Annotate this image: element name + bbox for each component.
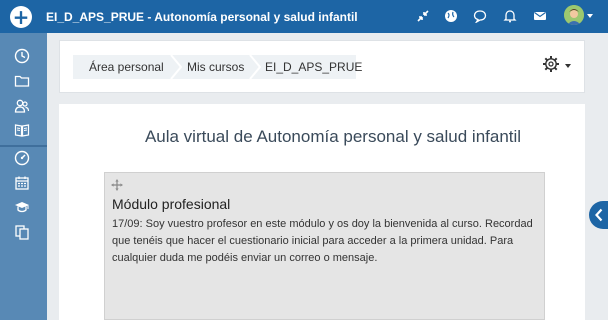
plus-icon[interactable]: + <box>10 6 32 28</box>
clock-icon[interactable] <box>12 47 32 65</box>
page-title: Aula virtual de Autonomía personal y sal… <box>144 127 522 146</box>
breadcrumb-item[interactable]: Mis cursos <box>187 59 244 75</box>
section-card: Módulo profesional 17/09: Soy vuestro pr… <box>104 172 545 320</box>
section-title: Módulo profesional <box>112 196 231 212</box>
section-summary: 17/09: Soy vuestro profesor en este módu… <box>112 218 533 264</box>
page-header-card: Área personal Mis cursos EI_D_APS_PRUE <box>59 40 585 93</box>
settings-caret-icon[interactable] <box>565 64 571 68</box>
globe-icon[interactable] <box>443 8 459 24</box>
users-icon[interactable] <box>12 97 32 115</box>
calendar-icon[interactable] <box>12 174 32 192</box>
chevron-left-icon <box>594 208 602 222</box>
mail-icon[interactable] <box>532 8 548 24</box>
gear-icon[interactable] <box>542 55 560 73</box>
graduation-cap-icon[interactable] <box>12 198 32 216</box>
compress-icon[interactable] <box>415 8 431 24</box>
chat-icon[interactable] <box>472 8 488 24</box>
dashboard-icon[interactable] <box>12 149 32 167</box>
user-avatar[interactable] <box>564 5 584 25</box>
sidebar-divider <box>0 145 47 147</box>
drawer-toggle-button[interactable] <box>589 201 608 229</box>
breadcrumb: Área personal Mis cursos EI_D_APS_PRUE <box>73 55 362 79</box>
user-menu-caret-icon[interactable] <box>587 14 593 18</box>
move-icon[interactable] <box>111 179 123 191</box>
breadcrumb-separator-icon <box>249 55 261 79</box>
top-navbar: + EI_D_APS_PRUE - Autonomía personal y s… <box>0 0 608 33</box>
course-content: Aula virtual de Autonomía personal y sal… <box>59 104 585 320</box>
copy-icon[interactable] <box>12 223 32 241</box>
book-icon[interactable] <box>12 121 32 139</box>
bell-icon[interactable] <box>502 8 518 24</box>
breadcrumb-item[interactable]: Área personal <box>89 59 164 75</box>
left-sidebar <box>0 33 47 320</box>
course-title[interactable]: EI_D_APS_PRUE - Autonomía personal y sal… <box>46 9 358 25</box>
breadcrumb-separator-icon <box>170 55 182 79</box>
breadcrumb-item[interactable]: EI_D_APS_PRUE <box>265 59 362 75</box>
folder-icon[interactable] <box>12 72 32 90</box>
